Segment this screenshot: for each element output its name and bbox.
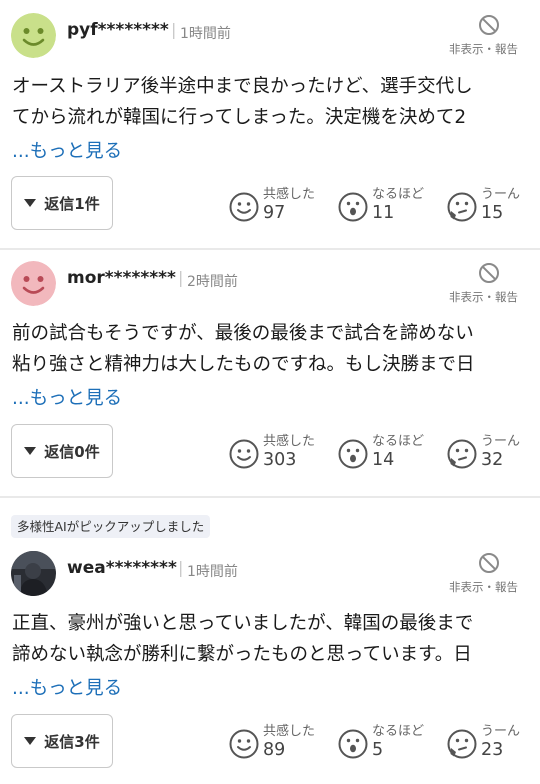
comment-card: pyf******** | 1時間前 非表示・報告 オーストラリア後半途中まで良… [0,0,540,248]
read-more-link[interactable]: ...もっと見る [12,137,122,163]
hmm-count: 32 [481,450,504,470]
comment-line: オーストラリア後半途中まで良かったけど、選手交代し [12,76,473,97]
timestamp: 2時間前 [187,274,238,290]
agree-count: 97 [263,203,286,223]
agree-reaction[interactable]: 共感した 89 [229,720,329,768]
smile-icon [229,729,259,759]
thinking-icon [447,439,477,469]
insight-count: 14 [372,450,395,470]
comment-card: 多様性AIがピックアップしました wea******** | 1時間前 非表示・… [0,498,540,784]
username[interactable]: pyf******** [67,20,169,40]
hmm-count: 23 [481,740,504,760]
agree-label: 共感した [263,724,316,739]
timestamp: 1時間前 [180,26,231,42]
hmm-label: うーん [481,434,521,449]
thinking-icon [447,729,477,759]
smile-face-icon [11,13,56,58]
comment-card: mor******** | 2時間前 非表示・報告 前の試合もそうですが、最後の… [0,250,540,496]
agree-count: 89 [263,740,286,760]
triangle-down-icon [24,737,37,745]
ai-pick-badge: 多様性AIがピックアップしました [11,515,211,538]
agree-label: 共感した [263,434,316,449]
reply-button[interactable]: 返信3件 [11,714,113,768]
separator: | [171,20,177,39]
avatar[interactable] [11,13,56,58]
avatar[interactable] [11,261,56,306]
hmm-reaction[interactable]: うーん 23 [447,720,540,768]
insight-count: 11 [372,203,395,223]
reply-button[interactable]: 返信1件 [11,176,113,230]
reply-label: 返信3件 [44,732,100,751]
hide-report-link[interactable]: 非表示・報告 [449,289,518,305]
hide-report-link[interactable]: 非表示・報告 [449,579,518,595]
comment-line: 諦めない執念が勝利に繋がったものと思っています。日 [12,644,472,665]
insight-label: なるほど [372,724,425,739]
comment-line: 正直、豪州が強いと思っていましたが、韓国の最後まで [12,613,474,634]
block-icon[interactable] [478,552,500,574]
surprised-icon [338,192,368,222]
hmm-label: うーん [481,187,521,202]
separator: | [178,268,184,287]
username[interactable]: mor******** [67,268,176,288]
timestamp: 1時間前 [187,564,238,580]
insight-reaction[interactable]: なるほど 11 [338,183,438,231]
smile-icon [229,192,259,222]
user-photo-icon [11,551,56,596]
hmm-count: 15 [481,203,504,223]
smile-icon [229,439,259,469]
comment-line: 粘り強さと精神力は大したものですね。もし決勝まで日 [12,354,475,375]
surprised-icon [338,439,368,469]
avatar[interactable] [11,551,56,596]
separator: | [178,558,184,577]
reply-button[interactable]: 返信0件 [11,424,113,478]
triangle-down-icon [24,199,37,207]
hmm-reaction[interactable]: うーん 15 [447,183,540,231]
agree-reaction[interactable]: 共感した 303 [229,430,329,478]
insight-count: 5 [372,740,384,760]
hide-report-link[interactable]: 非表示・報告 [449,41,518,57]
insight-label: なるほど [372,434,425,449]
thinking-icon [447,192,477,222]
hmm-label: うーん [481,724,521,739]
block-icon[interactable] [478,262,500,284]
reply-label: 返信1件 [44,194,100,213]
agree-reaction[interactable]: 共感した 97 [229,183,329,231]
insight-reaction[interactable]: なるほど 5 [338,720,438,768]
agree-label: 共感した [263,187,316,202]
read-more-link[interactable]: ...もっと見る [12,384,122,410]
read-more-link[interactable]: ...もっと見る [12,674,122,700]
insight-label: なるほど [372,187,425,202]
surprised-icon [338,729,368,759]
reply-label: 返信0件 [44,442,100,461]
triangle-down-icon [24,447,37,455]
comment-line: 前の試合もそうですが、最後の最後まで試合を諦めない [12,323,474,344]
insight-reaction[interactable]: なるほど 14 [338,430,438,478]
hmm-reaction[interactable]: うーん 32 [447,430,540,478]
agree-count: 303 [263,450,297,470]
block-icon[interactable] [478,14,500,36]
comment-line: てから流れが韓国に行ってしまった。決定機を決めて2 [12,107,467,128]
username[interactable]: wea******** [67,558,177,578]
smile-face-icon [11,261,56,306]
